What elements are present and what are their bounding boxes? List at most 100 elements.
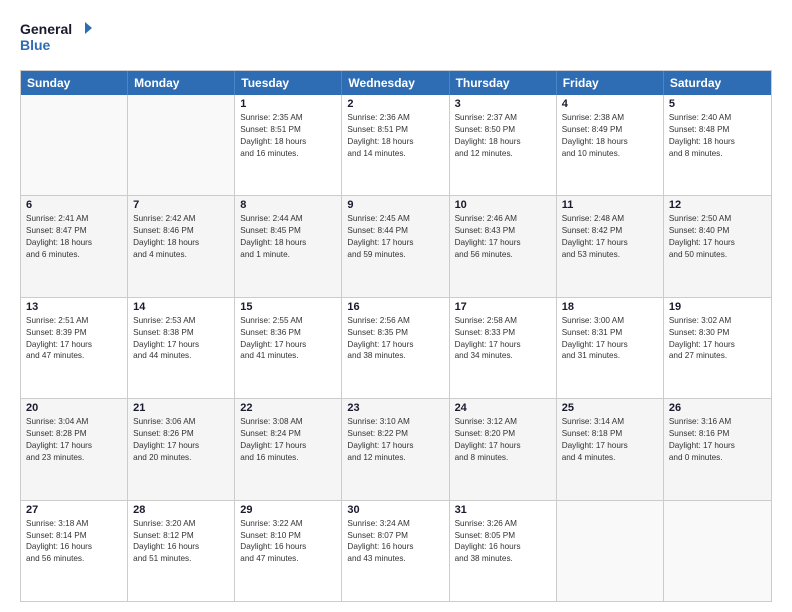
day-info: Sunrise: 2:42 AM Sunset: 8:46 PM Dayligh… xyxy=(133,213,229,261)
empty-cell xyxy=(557,501,664,601)
day-number: 23 xyxy=(347,402,443,414)
day-number: 24 xyxy=(455,402,551,414)
day-number: 15 xyxy=(240,301,336,313)
day-info: Sunrise: 3:02 AM Sunset: 8:30 PM Dayligh… xyxy=(669,315,766,363)
day-number: 1 xyxy=(240,98,336,110)
day-number: 26 xyxy=(669,402,766,414)
day-info: Sunrise: 3:10 AM Sunset: 8:22 PM Dayligh… xyxy=(347,416,443,464)
day-info: Sunrise: 2:58 AM Sunset: 8:33 PM Dayligh… xyxy=(455,315,551,363)
page-header: General Blue xyxy=(20,18,772,60)
day-info: Sunrise: 2:53 AM Sunset: 8:38 PM Dayligh… xyxy=(133,315,229,363)
day-info: Sunrise: 2:41 AM Sunset: 8:47 PM Dayligh… xyxy=(26,213,122,261)
day-info: Sunrise: 2:37 AM Sunset: 8:50 PM Dayligh… xyxy=(455,112,551,160)
day-info: Sunrise: 3:26 AM Sunset: 8:05 PM Dayligh… xyxy=(455,518,551,566)
day-cell-30: 30Sunrise: 3:24 AM Sunset: 8:07 PM Dayli… xyxy=(342,501,449,601)
day-cell-14: 14Sunrise: 2:53 AM Sunset: 8:38 PM Dayli… xyxy=(128,298,235,398)
day-number: 6 xyxy=(26,199,122,211)
day-cell-4: 4Sunrise: 2:38 AM Sunset: 8:49 PM Daylig… xyxy=(557,95,664,195)
day-info: Sunrise: 3:12 AM Sunset: 8:20 PM Dayligh… xyxy=(455,416,551,464)
day-number: 20 xyxy=(26,402,122,414)
day-cell-24: 24 Sunrise: 3:12 AM Sunset: 8:20 PM Dayli… xyxy=(450,399,557,499)
calendar-row-5: 27Sunrise: 3:18 AM Sunset: 8:14 PM Dayli… xyxy=(21,501,771,601)
header-day-monday: Monday xyxy=(128,71,235,95)
day-number: 10 xyxy=(455,199,551,211)
day-info: Sunrise: 3:04 AM Sunset: 8:28 PM Dayligh… xyxy=(26,416,122,464)
day-cell-29: 29Sunrise: 3:22 AM Sunset: 8:10 PM Dayli… xyxy=(235,501,342,601)
calendar: SundayMondayTuesdayWednesdayThursdayFrid… xyxy=(20,70,772,602)
day-info: Sunrise: 3:06 AM Sunset: 8:26 PM Dayligh… xyxy=(133,416,229,464)
empty-cell xyxy=(21,95,128,195)
day-number: 28 xyxy=(133,504,229,516)
calendar-row-2: 6 Sunrise: 2:41 AM Sunset: 8:47 PM Daylig… xyxy=(21,196,771,297)
day-cell-12: 12 Sunrise: 2:50 AM Sunset: 8:40 PM Dayli… xyxy=(664,196,771,296)
day-cell-15: 15 Sunrise: 2:55 AM Sunset: 8:36 PM Dayli… xyxy=(235,298,342,398)
calendar-row-4: 20 Sunrise: 3:04 AM Sunset: 8:28 PM Dayli… xyxy=(21,399,771,500)
day-number: 4 xyxy=(562,98,658,110)
day-cell-20: 20 Sunrise: 3:04 AM Sunset: 8:28 PM Dayli… xyxy=(21,399,128,499)
day-cell-8: 8 Sunrise: 2:44 AM Sunset: 8:45 PM Daylig… xyxy=(235,196,342,296)
day-info: Sunrise: 2:35 AM Sunset: 8:51 PM Dayligh… xyxy=(240,112,336,160)
day-info: Sunrise: 3:08 AM Sunset: 8:24 PM Dayligh… xyxy=(240,416,336,464)
day-cell-2: 2 Sunrise: 2:36 AM Sunset: 8:51 PM Daylig… xyxy=(342,95,449,195)
day-info: Sunrise: 3:00 AM Sunset: 8:31 PM Dayligh… xyxy=(562,315,658,363)
day-cell-25: 25 Sunrise: 3:14 AM Sunset: 8:18 PM Dayli… xyxy=(557,399,664,499)
header-day-saturday: Saturday xyxy=(664,71,771,95)
day-number: 2 xyxy=(347,98,443,110)
day-cell-16: 16 Sunrise: 2:56 AM Sunset: 8:35 PM Dayli… xyxy=(342,298,449,398)
day-cell-10: 10 Sunrise: 2:46 AM Sunset: 8:43 PM Dayli… xyxy=(450,196,557,296)
empty-cell xyxy=(664,501,771,601)
day-cell-22: 22 Sunrise: 3:08 AM Sunset: 8:24 PM Dayli… xyxy=(235,399,342,499)
day-info: Sunrise: 2:50 AM Sunset: 8:40 PM Dayligh… xyxy=(669,213,766,261)
day-number: 12 xyxy=(669,199,766,211)
day-info: Sunrise: 3:22 AM Sunset: 8:10 PM Dayligh… xyxy=(240,518,336,566)
logo: General Blue xyxy=(20,18,92,60)
calendar-header: SundayMondayTuesdayWednesdayThursdayFrid… xyxy=(21,71,771,95)
day-cell-13: 13Sunrise: 2:51 AM Sunset: 8:39 PM Dayli… xyxy=(21,298,128,398)
header-day-friday: Friday xyxy=(557,71,664,95)
day-cell-7: 7 Sunrise: 2:42 AM Sunset: 8:46 PM Daylig… xyxy=(128,196,235,296)
day-info: Sunrise: 2:55 AM Sunset: 8:36 PM Dayligh… xyxy=(240,315,336,363)
day-number: 30 xyxy=(347,504,443,516)
day-info: Sunrise: 2:44 AM Sunset: 8:45 PM Dayligh… xyxy=(240,213,336,261)
day-cell-28: 28 Sunrise: 3:20 AM Sunset: 8:12 PM Dayli… xyxy=(128,501,235,601)
day-number: 22 xyxy=(240,402,336,414)
day-number: 7 xyxy=(133,199,229,211)
day-info: Sunrise: 2:51 AM Sunset: 8:39 PM Dayligh… xyxy=(26,315,122,363)
logo-svg: General Blue xyxy=(20,18,92,60)
day-number: 25 xyxy=(562,402,658,414)
day-number: 9 xyxy=(347,199,443,211)
header-day-thursday: Thursday xyxy=(450,71,557,95)
day-cell-9: 9 Sunrise: 2:45 AM Sunset: 8:44 PM Daylig… xyxy=(342,196,449,296)
day-number: 21 xyxy=(133,402,229,414)
header-day-sunday: Sunday xyxy=(21,71,128,95)
calendar-page: General Blue SundayMondayTuesdayWednesda… xyxy=(0,0,792,612)
day-cell-18: 18Sunrise: 3:00 AM Sunset: 8:31 PM Dayli… xyxy=(557,298,664,398)
day-number: 8 xyxy=(240,199,336,211)
day-cell-3: 3 Sunrise: 2:37 AM Sunset: 8:50 PM Daylig… xyxy=(450,95,557,195)
day-number: 16 xyxy=(347,301,443,313)
calendar-row-1: 1 Sunrise: 2:35 AM Sunset: 8:51 PM Daylig… xyxy=(21,95,771,196)
day-cell-26: 26Sunrise: 3:16 AM Sunset: 8:16 PM Dayli… xyxy=(664,399,771,499)
day-info: Sunrise: 3:18 AM Sunset: 8:14 PM Dayligh… xyxy=(26,518,122,566)
calendar-row-3: 13Sunrise: 2:51 AM Sunset: 8:39 PM Dayli… xyxy=(21,298,771,399)
day-cell-21: 21 Sunrise: 3:06 AM Sunset: 8:26 PM Dayli… xyxy=(128,399,235,499)
day-info: Sunrise: 2:46 AM Sunset: 8:43 PM Dayligh… xyxy=(455,213,551,261)
day-number: 31 xyxy=(455,504,551,516)
day-number: 3 xyxy=(455,98,551,110)
day-info: Sunrise: 2:40 AM Sunset: 8:48 PM Dayligh… xyxy=(669,112,766,160)
calendar-body: 1 Sunrise: 2:35 AM Sunset: 8:51 PM Daylig… xyxy=(21,95,771,601)
day-number: 11 xyxy=(562,199,658,211)
day-cell-31: 31 Sunrise: 3:26 AM Sunset: 8:05 PM Dayli… xyxy=(450,501,557,601)
day-info: Sunrise: 3:14 AM Sunset: 8:18 PM Dayligh… xyxy=(562,416,658,464)
day-info: Sunrise: 3:20 AM Sunset: 8:12 PM Dayligh… xyxy=(133,518,229,566)
day-info: Sunrise: 2:45 AM Sunset: 8:44 PM Dayligh… xyxy=(347,213,443,261)
svg-text:General: General xyxy=(20,21,72,37)
day-cell-1: 1 Sunrise: 2:35 AM Sunset: 8:51 PM Daylig… xyxy=(235,95,342,195)
empty-cell xyxy=(128,95,235,195)
day-cell-27: 27Sunrise: 3:18 AM Sunset: 8:14 PM Dayli… xyxy=(21,501,128,601)
day-info: Sunrise: 2:56 AM Sunset: 8:35 PM Dayligh… xyxy=(347,315,443,363)
day-info: Sunrise: 2:36 AM Sunset: 8:51 PM Dayligh… xyxy=(347,112,443,160)
day-number: 19 xyxy=(669,301,766,313)
day-cell-6: 6 Sunrise: 2:41 AM Sunset: 8:47 PM Daylig… xyxy=(21,196,128,296)
day-cell-19: 19 Sunrise: 3:02 AM Sunset: 8:30 PM Dayli… xyxy=(664,298,771,398)
